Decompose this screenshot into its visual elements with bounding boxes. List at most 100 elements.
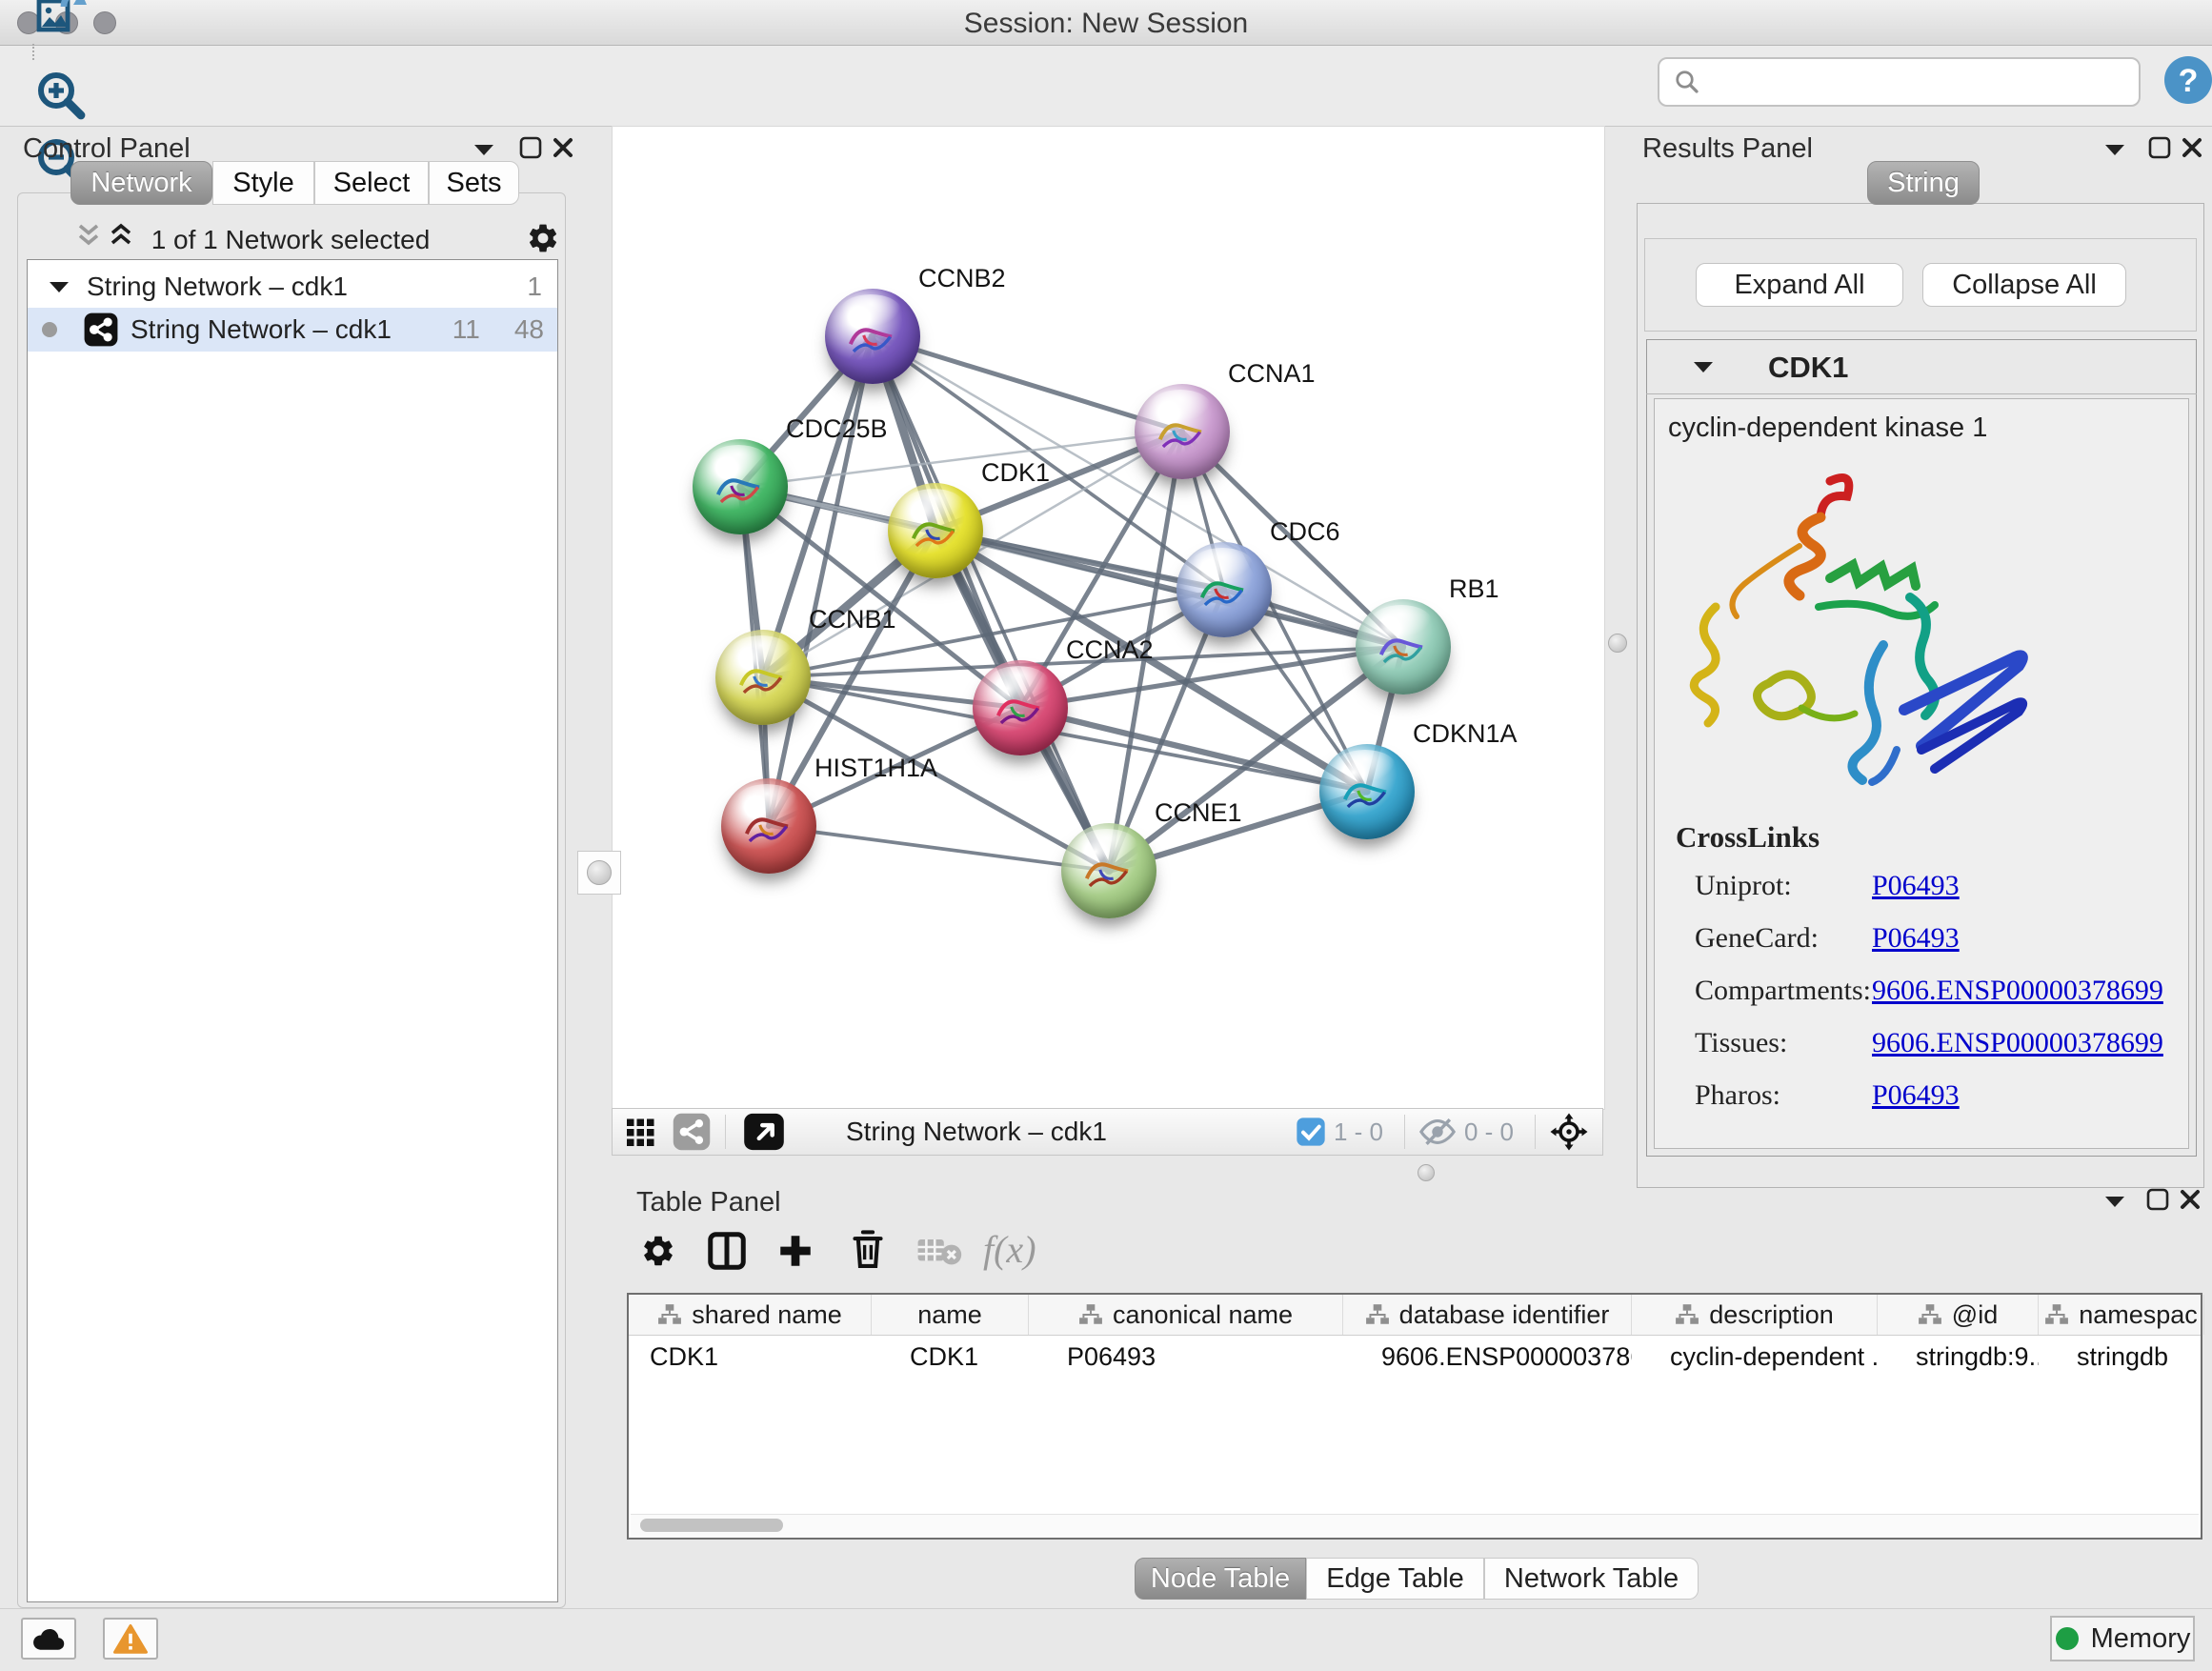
table-cell[interactable]: stringdb:9... — [1878, 1336, 2039, 1378]
node-gloss — [1192, 548, 1253, 580]
network-collection-row[interactable]: String Network – cdk1 1 — [28, 266, 557, 308]
column-label: canonical name — [1113, 1300, 1293, 1330]
open-in-new-window-icon[interactable] — [739, 1112, 789, 1152]
tab-string[interactable]: String — [1867, 161, 1980, 205]
table-cell[interactable]: stringdb — [2039, 1336, 2204, 1378]
network-node-ccna1[interactable] — [1135, 384, 1230, 479]
tab-network-table[interactable]: Network Table — [1484, 1558, 1699, 1600]
network-edge[interactable] — [873, 336, 1109, 871]
network-canvas[interactable]: CCNB2 CCNA1 CDC25B CDK1 CDC6 RB1 CCNB1 C… — [612, 126, 1605, 1110]
node-label-cdc25b: CDC25B — [786, 414, 888, 444]
column-label: description — [1709, 1300, 1834, 1330]
delete-column-icon[interactable] — [848, 1229, 888, 1271]
results-panel-float-icon[interactable] — [2147, 135, 2172, 160]
results-panel-close-icon[interactable] — [2180, 135, 2204, 160]
column-tree-icon — [1675, 1303, 1699, 1326]
node-label-ccne1: CCNE1 — [1155, 798, 1242, 828]
hidden-eye-slash-icon[interactable] — [1418, 1117, 1457, 1147]
network-node-rb1[interactable] — [1356, 599, 1451, 695]
tab-select[interactable]: Select — [314, 161, 429, 205]
network-tree: String Network – cdk1 1 String Network –… — [27, 259, 558, 1602]
warning-button[interactable] — [103, 1618, 158, 1660]
section-collapse-icon[interactable] — [1692, 360, 1715, 373]
table-panel-float-icon[interactable] — [2145, 1187, 2170, 1212]
tab-sets[interactable]: Sets — [429, 161, 519, 205]
node-gloss — [1335, 750, 1396, 782]
network-node-hist1h1a[interactable] — [721, 778, 816, 874]
column-header-@id[interactable]: @id — [1878, 1295, 2039, 1335]
network-node-ccnb1[interactable] — [715, 630, 811, 725]
bottom-splitter-handle[interactable] — [1418, 1164, 1435, 1181]
results-panel-menu-icon[interactable] — [2103, 143, 2126, 156]
node-gloss — [840, 294, 901, 327]
add-column-icon[interactable] — [775, 1231, 815, 1271]
table-cell[interactable]: P06493 — [1029, 1336, 1343, 1378]
tab-node-table[interactable]: Node Table — [1135, 1558, 1306, 1600]
scrollbar-thumb[interactable] — [640, 1519, 783, 1532]
tab-edge-table[interactable]: Edge Table — [1306, 1558, 1484, 1600]
table-cell[interactable]: CDK1 — [629, 1336, 872, 1378]
selected-checkbox-icon[interactable] — [1296, 1117, 1326, 1147]
column-header-namespac[interactable]: namespac — [2039, 1295, 2204, 1335]
tab-network[interactable]: Network — [70, 161, 212, 205]
network-node-cdk1[interactable] — [888, 483, 983, 578]
help-button[interactable]: ? — [2163, 55, 2212, 105]
right-splitter-handle[interactable] — [1608, 634, 1627, 653]
column-label: @id — [1952, 1300, 1998, 1330]
table-cell[interactable]: CDK1 — [872, 1336, 1029, 1378]
memory-button[interactable]: Memory — [2050, 1616, 2195, 1661]
network-selection-status: 1 of 1 Network selected — [17, 225, 564, 255]
network-row[interactable]: String Network – cdk1 11 48 — [28, 308, 557, 352]
node-gloss — [736, 784, 797, 816]
cytoscape-window: Session: New Session ? Control Panel Net… — [0, 0, 2212, 1671]
horizontal-scrollbar[interactable] — [631, 1514, 2199, 1536]
column-header-shared-name[interactable]: shared name — [629, 1295, 872, 1335]
table-row[interactable]: CDK1CDK1P064939606.ENSP00000378699cyclin… — [629, 1336, 2201, 1378]
search-input[interactable] — [1711, 62, 2139, 102]
network-node-cdc6[interactable] — [1176, 542, 1272, 637]
column-header-name[interactable]: name — [872, 1295, 1029, 1335]
collapse-all-button[interactable]: Collapse All — [1922, 263, 2126, 307]
tab-style[interactable]: Style — [212, 161, 314, 205]
network-node-ccna2[interactable] — [973, 660, 1068, 755]
node-label-ccna2: CCNA2 — [1066, 635, 1154, 665]
fit-crosshair-icon[interactable] — [1549, 1112, 1589, 1152]
zoom-in-button[interactable] — [25, 61, 95, 128]
table-settings-gear-icon[interactable] — [640, 1233, 676, 1269]
expand-all-button[interactable]: Expand All — [1696, 263, 1903, 307]
cdk1-section-header[interactable]: CDK1 — [1646, 339, 2197, 394]
table-cell[interactable]: cyclin-dependent ... — [1632, 1336, 1878, 1378]
export-image-button[interactable] — [25, 0, 95, 44]
birdseye-grid-icon[interactable] — [624, 1115, 658, 1149]
network-options-gear-icon[interactable] — [526, 221, 560, 255]
status-bar: Memory — [0, 1608, 2212, 1671]
table-panel-menu-icon[interactable] — [2103, 1195, 2126, 1208]
left-splitter-handle[interactable] — [577, 851, 621, 895]
table-panel-close-icon[interactable] — [2178, 1187, 2202, 1212]
crosslink-link[interactable]: P06493 — [1872, 1079, 1960, 1112]
crosslink-link[interactable]: P06493 — [1872, 870, 1960, 902]
column-header-database-identifier[interactable]: database identifier — [1343, 1295, 1632, 1335]
column-header-canonical-name[interactable]: canonical name — [1029, 1295, 1343, 1335]
cloud-button[interactable] — [21, 1618, 76, 1660]
crosslink-link[interactable]: 9606.ENSP00000378699 — [1872, 975, 2163, 1007]
selected-count: 1 - 0 — [1334, 1117, 1383, 1147]
network-node-cdc25b[interactable] — [693, 439, 788, 534]
control-panel-float-icon[interactable] — [518, 135, 543, 160]
control-panel-close-icon[interactable] — [551, 135, 575, 160]
show-columns-icon[interactable] — [705, 1229, 749, 1273]
tree-expand-icon[interactable] — [49, 281, 70, 293]
column-tree-icon — [2044, 1303, 2069, 1326]
node-gloss — [1076, 829, 1137, 861]
crosslink-link[interactable]: 9606.ENSP00000378699 — [1872, 1027, 2163, 1059]
network-node-cdkn1a[interactable] — [1319, 744, 1415, 839]
network-edge[interactable] — [769, 826, 1109, 871]
network-node-ccne1[interactable] — [1061, 823, 1156, 918]
table-cell[interactable]: 9606.ENSP00000378699 — [1343, 1336, 1632, 1378]
column-header-description[interactable]: description — [1632, 1295, 1878, 1335]
crosslink-link[interactable]: P06493 — [1872, 922, 1960, 955]
string-view-icon[interactable] — [672, 1112, 712, 1152]
network-node-ccnb2[interactable] — [825, 289, 920, 384]
network-state-dot — [41, 321, 58, 338]
control-panel-menu-icon[interactable] — [473, 143, 495, 156]
